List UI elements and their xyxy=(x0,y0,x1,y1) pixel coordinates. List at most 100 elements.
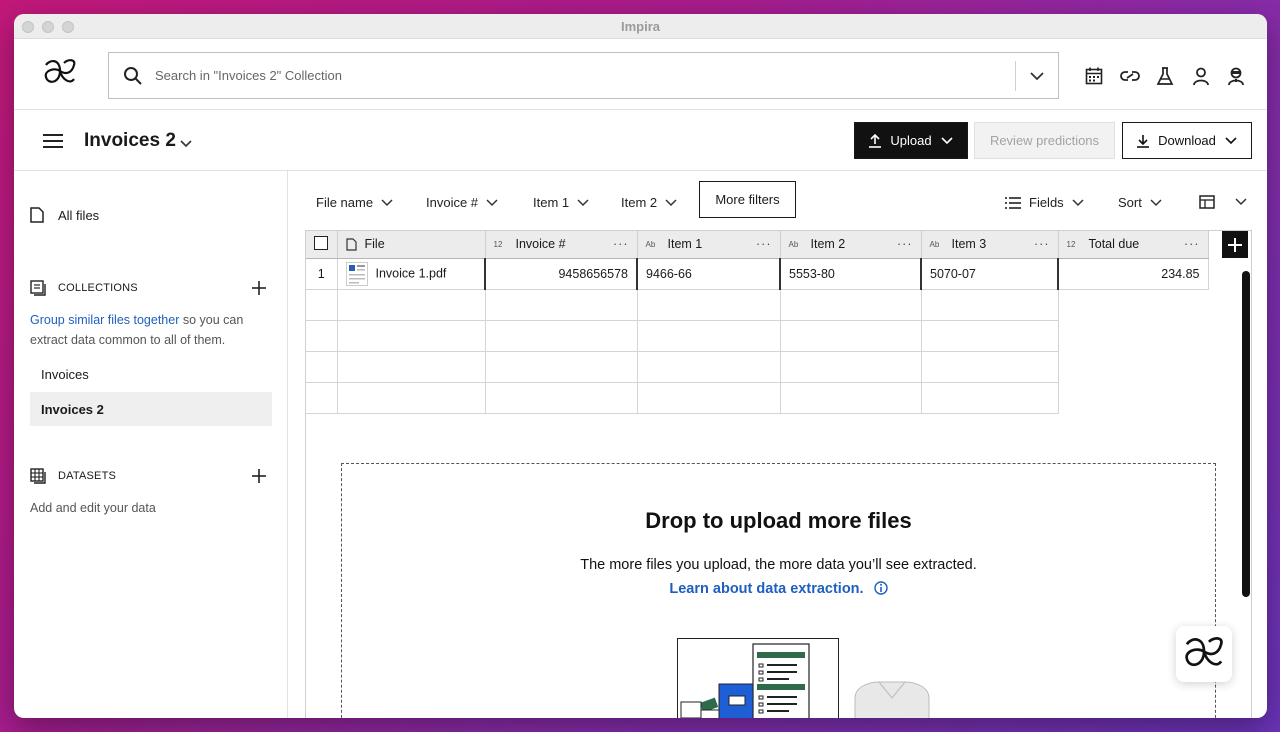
column-menu-icon[interactable]: ··· xyxy=(756,237,772,251)
text-type-icon: Ab xyxy=(645,239,656,249)
chevron-down-icon xyxy=(665,198,677,206)
link-icon[interactable] xyxy=(1120,66,1140,86)
chevron-down-icon xyxy=(1072,198,1084,206)
column-menu-icon[interactable]: ··· xyxy=(1184,237,1200,251)
chevron-down-icon xyxy=(486,198,498,206)
column-header-file[interactable]: File xyxy=(337,231,486,259)
datasets-help: Add and edit your data xyxy=(30,501,156,515)
chevron-down-icon[interactable] xyxy=(178,135,194,151)
column-menu-icon[interactable]: ··· xyxy=(613,237,629,251)
calendar-icon[interactable] xyxy=(1084,66,1104,86)
more-filters-button[interactable]: More filters xyxy=(699,181,796,218)
view-toggle-button[interactable] xyxy=(1199,195,1247,209)
main-content: File name Invoice # Item 1 Item 2 More f… xyxy=(289,171,1267,718)
collections-section-header: COLLECTIONS xyxy=(30,280,138,296)
add-column-button[interactable] xyxy=(1222,231,1248,258)
select-all-header xyxy=(306,231,338,259)
agent-icon[interactable] xyxy=(1226,66,1246,86)
empty-row xyxy=(306,351,1208,383)
app-window: Impira Invoices 2 Upload Review predicti… xyxy=(14,14,1267,718)
menu-icon[interactable] xyxy=(42,133,64,149)
column-header-invoice[interactable]: 12 Invoice # ··· xyxy=(485,231,638,259)
title-bar: Impira xyxy=(14,14,1267,39)
text-type-icon: Ab xyxy=(929,239,940,249)
item1-cell[interactable]: 9466-66 xyxy=(636,258,781,290)
empty-row xyxy=(306,289,1208,321)
table-view-icon xyxy=(1199,195,1215,209)
vertical-scrollbar[interactable] xyxy=(1242,271,1250,597)
upload-dropzone[interactable]: Drop to upload more files The more files… xyxy=(341,463,1216,718)
filter-item-2[interactable]: Item 2 xyxy=(621,195,677,210)
filter-invoice-number[interactable]: Invoice # xyxy=(426,195,498,210)
filter-label: File name xyxy=(316,195,374,210)
number-type-icon: 12 xyxy=(1066,239,1076,249)
filter-label: Item 2 xyxy=(621,195,658,210)
download-button[interactable]: Download xyxy=(1122,122,1252,159)
filter-label: Invoice # xyxy=(426,195,479,210)
fields-button[interactable]: Fields xyxy=(1005,195,1084,210)
add-collection-icon[interactable] xyxy=(252,281,266,295)
upload-icon xyxy=(869,133,882,148)
sidebar: All files COLLECTIONS Group similar file… xyxy=(14,171,288,718)
user-icon[interactable] xyxy=(1191,66,1211,86)
learn-more-link[interactable]: Learn about data extraction. xyxy=(342,581,1215,597)
filter-bar: File name Invoice # Item 1 Item 2 More f… xyxy=(289,171,1267,227)
table-row[interactable]: 1 Invoice 1.pdf 9458656578 9466-66 5553-… xyxy=(306,258,1209,290)
impira-logo-icon[interactable] xyxy=(42,57,78,89)
upload-label: Upload xyxy=(890,133,932,148)
pdf-thumbnail-icon xyxy=(345,261,368,286)
column-header-total-due[interactable]: 12 Total due ··· xyxy=(1058,231,1209,259)
sidebar-item-invoices-2[interactable]: Invoices 2 xyxy=(30,392,272,426)
sidebar-item-all-files[interactable]: All files xyxy=(30,207,99,223)
dataset-icon xyxy=(30,468,46,484)
column-menu-icon[interactable]: ··· xyxy=(897,237,913,251)
plus-icon xyxy=(1228,237,1242,252)
search-icon xyxy=(124,66,142,85)
table-header-row: File 12 Invoice # ··· Ab Item 1 ··· Ab Item 2… xyxy=(306,231,1209,259)
item2-cell[interactable]: 5553-80 xyxy=(779,258,922,290)
column-header-item-1[interactable]: Ab Item 1 ··· xyxy=(637,231,781,259)
review-predictions-button[interactable]: Review predictions xyxy=(974,122,1115,159)
column-label: Item 2 xyxy=(810,237,846,252)
column-menu-icon[interactable]: ··· xyxy=(1034,237,1050,251)
file-cell[interactable]: Invoice 1.pdf xyxy=(337,258,486,290)
filter-file-name[interactable]: File name xyxy=(316,195,393,210)
collection-icon xyxy=(30,280,46,296)
chevron-down-icon[interactable] xyxy=(1028,67,1046,85)
chevron-down-icon xyxy=(1235,198,1247,206)
all-files-label: All files xyxy=(58,207,100,223)
search-input[interactable] xyxy=(155,68,995,83)
sort-button[interactable]: Sort xyxy=(1118,195,1162,210)
collection-title[interactable]: Invoices 2 xyxy=(84,130,176,152)
file-name: Invoice 1.pdf xyxy=(375,265,447,280)
column-header-item-3[interactable]: Ab Item 3 ··· xyxy=(921,231,1059,259)
help-chat-button[interactable] xyxy=(1176,626,1232,682)
add-dataset-icon[interactable] xyxy=(252,469,266,483)
list-icon xyxy=(1005,196,1021,209)
sort-label: Sort xyxy=(1118,195,1142,210)
learn-more-label: Learn about data extraction. xyxy=(669,581,864,597)
column-label: Total due xyxy=(1088,237,1140,252)
chevron-down-icon xyxy=(577,198,589,206)
item3-cell[interactable]: 5070-07 xyxy=(920,258,1059,290)
upload-button[interactable]: Upload xyxy=(854,122,968,159)
column-header-item-2[interactable]: Ab Item 2 ··· xyxy=(780,231,922,259)
flask-icon[interactable] xyxy=(1155,66,1175,86)
column-label: Item 1 xyxy=(667,237,703,252)
row-number: 1 xyxy=(306,258,338,290)
filter-label: Item 1 xyxy=(533,195,570,210)
sidebar-item-label: Invoices 2 xyxy=(41,401,104,417)
upload-illustration xyxy=(677,638,930,718)
file-icon xyxy=(345,238,357,251)
text-type-icon: Ab xyxy=(788,239,799,249)
download-icon xyxy=(1137,134,1150,148)
collections-help-link[interactable]: Group similar files together xyxy=(30,313,179,327)
filter-item-1[interactable]: Item 1 xyxy=(533,195,589,210)
search-bar[interactable] xyxy=(108,52,1059,99)
invoice-cell[interactable]: 9458656578 xyxy=(484,258,638,290)
total-due-cell[interactable]: 234.85 xyxy=(1057,258,1209,290)
sidebar-item-invoices[interactable]: Invoices xyxy=(30,357,272,391)
chevron-down-icon xyxy=(1150,198,1162,206)
select-all-checkbox[interactable] xyxy=(314,235,329,250)
sidebar-item-label: Invoices xyxy=(41,366,89,382)
